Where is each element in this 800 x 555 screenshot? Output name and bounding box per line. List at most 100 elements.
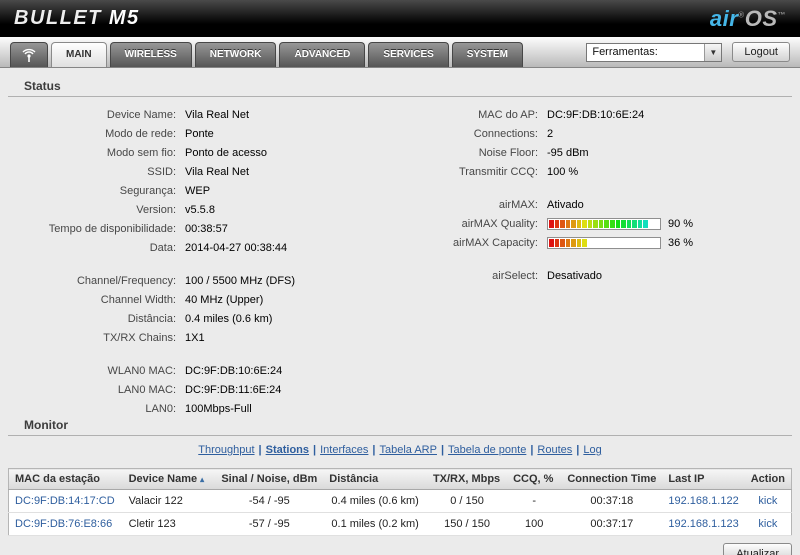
- status-row: WLAN0 MAC: DC:9F:DB:10:6E:24: [16, 361, 398, 380]
- status-value: 100Mbps-Full: [185, 402, 252, 415]
- tab-services[interactable]: SERVICES: [368, 42, 449, 67]
- status-value: Ativado: [547, 198, 584, 211]
- gauge-segment: [598, 238, 604, 247]
- status-value: Ponte: [185, 127, 214, 140]
- status-row: Connections: 2: [398, 124, 800, 143]
- status-row: airSelect: Desativado: [398, 266, 800, 285]
- status-value: 100 %: [547, 165, 579, 178]
- monitor-link-throughput[interactable]: Throughput: [198, 444, 254, 456]
- status-label: airMAX:: [498, 198, 538, 211]
- gauge-segment: [560, 238, 565, 247]
- cell-last_ip: 192.168.1.123: [662, 512, 745, 536]
- status-value: Vila Real Net: [185, 165, 249, 178]
- column-header-connection_time[interactable]: Connection Time: [561, 468, 663, 490]
- column-header-ccq[interactable]: CCQ, %: [507, 468, 562, 490]
- last_ip-link[interactable]: 192.168.1.123: [668, 518, 738, 530]
- column-header-mac[interactable]: MAC da estação: [8, 468, 123, 490]
- gauge-segment: [593, 219, 598, 228]
- status-value: DC:9F:DB:11:6E:24: [185, 383, 282, 396]
- last_ip-link[interactable]: 192.168.1.122: [668, 495, 738, 507]
- cell-signal_noise: -57 / -95: [215, 512, 324, 536]
- link-separator: |: [576, 444, 580, 456]
- column-header-txrx[interactable]: TX/RX, Mbps: [426, 468, 508, 490]
- chevron-down-icon: ▼: [704, 43, 722, 61]
- status-row: Modo sem fio: Ponto de acesso: [16, 143, 398, 162]
- monitor-link-tabela-arp[interactable]: Tabela ARP: [379, 444, 436, 456]
- status-value: 36 %: [668, 236, 694, 249]
- monitor-divider: [8, 435, 792, 436]
- footer-row: Atualizar: [0, 536, 800, 555]
- gauge-segment: [626, 238, 632, 247]
- table-row: DC:9F:DB:76:E8:66 Cletir 123 -57 / -95 0.1 …: [8, 512, 792, 536]
- tab-strip: MAIN WIRELESS NETWORK ADVANCED SERVICES SYSTE…: [51, 42, 526, 67]
- cell-distance: 0.4 miles (0.6 km): [323, 489, 427, 513]
- monitor-link-routes[interactable]: Routes: [537, 444, 572, 456]
- gauge-segment: [554, 219, 560, 228]
- gauge-segment: [615, 219, 621, 228]
- gauge-segment: [648, 219, 654, 228]
- status-row: Distância: 0.4 miles (0.6 km): [16, 309, 398, 328]
- brand-name: BULLET: [14, 7, 102, 29]
- gauge-segment: [610, 238, 615, 247]
- gauge-segment: [654, 219, 659, 228]
- tab-advanced[interactable]: ADVANCED: [279, 42, 366, 67]
- column-header-device_name[interactable]: Device Name ▴: [122, 468, 216, 490]
- column-header-last_ip[interactable]: Last IP: [662, 468, 745, 490]
- status-label: Data:: [149, 241, 176, 254]
- monitor-link-stations[interactable]: Stations: [266, 444, 309, 456]
- status-label: Modo de rede:: [105, 127, 176, 140]
- cell-signal_noise: -54 / -95: [215, 489, 324, 513]
- tab-wireless[interactable]: WIRELESS: [109, 42, 192, 67]
- gauge-segment: [576, 219, 582, 228]
- monitor-section-title: Monitor: [24, 418, 68, 432]
- status-label: Transmitir CCQ:: [458, 165, 538, 178]
- mac-link[interactable]: DC:9F:DB:14:17:CD: [15, 495, 115, 507]
- link-separator: |: [530, 444, 534, 456]
- action-link[interactable]: kick: [758, 495, 777, 507]
- action-link[interactable]: kick: [758, 518, 777, 530]
- tools-dropdown-value: Ferramentas:: [592, 45, 658, 58]
- cell-ccq: -: [507, 489, 562, 513]
- column-header-signal_noise[interactable]: Sinal / Noise, dBm: [215, 468, 324, 490]
- page: BULLET M5 air®OS™ MAIN WIRELESS NETWORK ADVA…: [0, 0, 800, 555]
- status-label: Device Name:: [106, 108, 176, 121]
- monitor-link-tabela-de-ponte[interactable]: Tabela de ponte: [448, 444, 526, 456]
- antenna-icon: [22, 48, 36, 62]
- cell-mac: DC:9F:DB:14:17:CD: [8, 489, 123, 513]
- monitor-link-log[interactable]: Log: [583, 444, 601, 456]
- table-row: DC:9F:DB:14:17:CD Valacir 122 -54 / -95 0.4…: [8, 489, 792, 513]
- mac-link[interactable]: DC:9F:DB:76:E8:66: [15, 518, 112, 530]
- antenna-tab[interactable]: [10, 42, 48, 67]
- cell-connection_time: 00:37:18: [561, 489, 663, 513]
- status-section-title: Status: [24, 79, 61, 93]
- gauge-segment: [615, 238, 621, 247]
- logout-button[interactable]: Logout: [732, 42, 790, 62]
- gauge-segment: [549, 238, 554, 247]
- column-header-action[interactable]: Action: [744, 468, 792, 490]
- tab-main[interactable]: MAIN: [51, 42, 107, 67]
- status-label: airMAX Capacity:: [453, 236, 538, 249]
- topbar: BULLET M5 air®OS™: [0, 0, 800, 37]
- monitor-link-interfaces[interactable]: Interfaces: [320, 444, 368, 456]
- refresh-button[interactable]: Atualizar: [723, 543, 792, 555]
- gauge-segment: [632, 219, 637, 228]
- cell-ccq: 100: [507, 512, 562, 536]
- brand-logo: BULLET M5: [14, 7, 140, 30]
- column-header-distance[interactable]: Distância: [323, 468, 427, 490]
- gauge-segment: [565, 219, 571, 228]
- cell-action: kick: [744, 512, 792, 536]
- status-label: LAN0:: [145, 402, 176, 415]
- status-label: Version:: [136, 203, 176, 216]
- status-label: LAN0 MAC:: [117, 383, 176, 396]
- tools-dropdown[interactable]: Ferramentas: ▼: [586, 42, 723, 62]
- gauge-segment: [598, 219, 604, 228]
- gauge-segment: [576, 238, 582, 247]
- status-value: 90 %: [668, 217, 694, 230]
- gauge-segment: [604, 219, 610, 228]
- tab-system[interactable]: SYSTEM: [451, 42, 523, 67]
- status-label: Connections:: [473, 127, 538, 140]
- gauge-segment: [571, 238, 576, 247]
- tab-network[interactable]: NETWORK: [194, 42, 277, 67]
